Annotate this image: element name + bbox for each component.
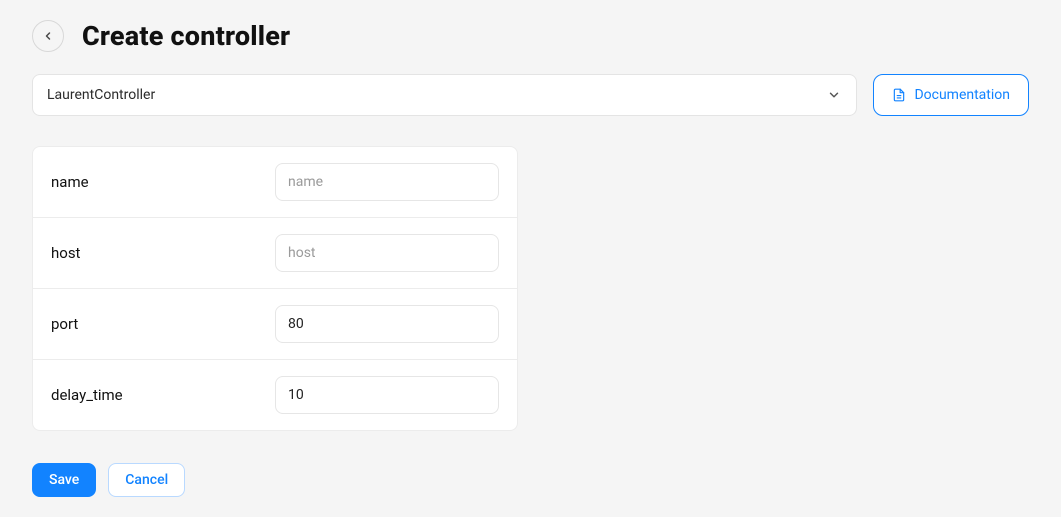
port-label: port <box>51 315 78 333</box>
save-button[interactable]: Save <box>32 463 96 497</box>
documentation-button[interactable]: Documentation <box>873 74 1029 116</box>
chevron-left-icon <box>42 30 54 42</box>
delay-time-label: delay_time <box>51 386 123 404</box>
top-controls: LaurentController Documentation <box>32 74 1029 116</box>
form-card: name host port delay_time <box>32 146 518 431</box>
name-input[interactable] <box>275 163 499 201</box>
host-input[interactable] <box>275 234 499 272</box>
header-row: Create controller <box>32 20 1029 52</box>
form-row-delay-time: delay_time <box>33 360 517 430</box>
controller-type-select-wrap: LaurentController <box>32 74 857 116</box>
host-label: host <box>51 244 80 262</box>
actions: Save Cancel <box>32 463 1029 497</box>
controller-type-select[interactable]: LaurentController <box>32 74 857 116</box>
document-icon <box>892 88 906 102</box>
form-row-host: host <box>33 218 517 289</box>
cancel-button[interactable]: Cancel <box>108 463 185 497</box>
name-label: name <box>51 173 89 191</box>
back-button[interactable] <box>32 20 64 52</box>
port-input[interactable] <box>275 305 499 343</box>
documentation-label: Documentation <box>914 87 1010 103</box>
delay-time-input[interactable] <box>275 376 499 414</box>
form-row-port: port <box>33 289 517 360</box>
page-title: Create controller <box>82 20 290 52</box>
form-row-name: name <box>33 147 517 218</box>
